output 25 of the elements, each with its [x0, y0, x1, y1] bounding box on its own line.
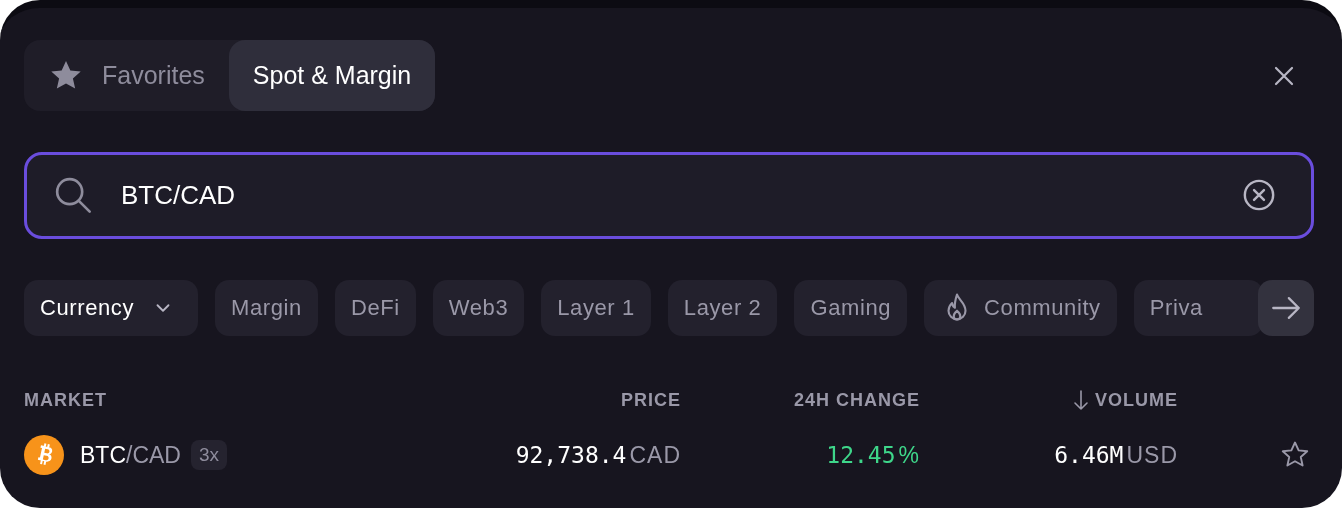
- filter-chip[interactable]: Layer 1: [541, 280, 651, 336]
- volume-text: 6.46M USD: [1054, 441, 1178, 469]
- scroll-right-button[interactable]: [1258, 280, 1314, 336]
- market-pair[interactable]: BTC/CAD: [80, 441, 181, 469]
- filter-chip[interactable]: DeFi: [334, 280, 416, 336]
- leverage-badge: 3x: [190, 440, 228, 470]
- currency-dropdown[interactable]: Currency: [24, 280, 199, 336]
- search-icon: [53, 175, 93, 215]
- column-header[interactable]: MARKET: [24, 389, 107, 411]
- filter-chip[interactable]: Margin: [215, 280, 318, 336]
- column-header[interactable]: 24H CHANGE: [793, 389, 920, 411]
- column-header[interactable]: VOLUME: [1095, 389, 1178, 411]
- filter-chip[interactable]: Web3: [432, 280, 525, 336]
- filter-chip[interactable]: Community: [924, 280, 1117, 336]
- clear-button[interactable]: [1242, 178, 1276, 212]
- filter-chip[interactable]: Layer 2: [667, 280, 778, 336]
- filter-chip[interactable]: Gaming: [794, 280, 908, 336]
- search-field[interactable]: BTC/CAD: [24, 152, 1314, 239]
- change-text: 12.45%: [826, 441, 920, 469]
- tab[interactable]: Spot & Margin: [228, 40, 436, 111]
- column-header[interactable]: PRICE: [621, 389, 681, 411]
- tab[interactable]: Favorites: [24, 40, 229, 111]
- bitcoin-coin-icon: [24, 435, 64, 475]
- price-text: 92,738.4CAD: [515, 441, 681, 469]
- clear-icon: [1242, 178, 1276, 212]
